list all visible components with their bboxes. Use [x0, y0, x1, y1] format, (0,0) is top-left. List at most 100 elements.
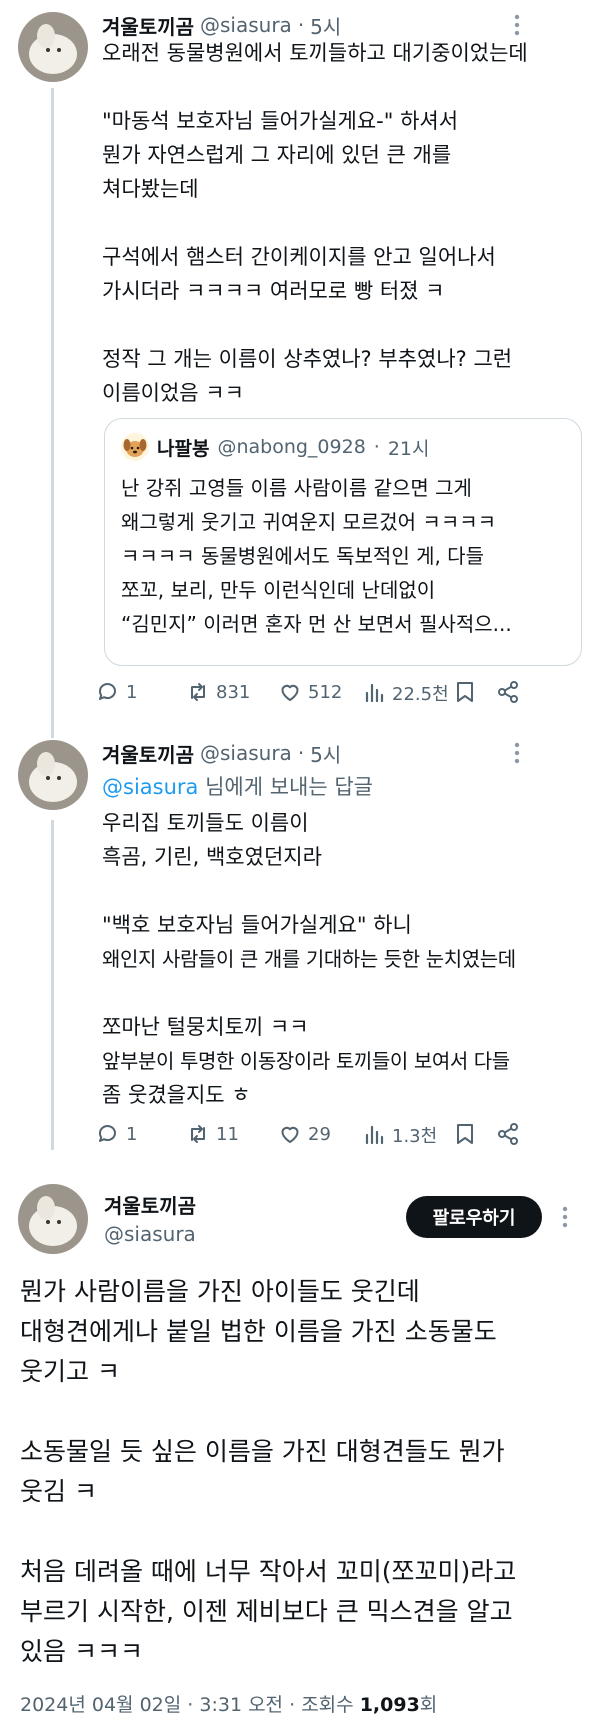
avatar-image	[18, 1184, 88, 1254]
retweet-button[interactable]: 831	[186, 680, 250, 704]
bookmark-icon	[457, 1124, 473, 1144]
avatar[interactable]	[18, 740, 88, 810]
views-count: 1,093	[359, 1694, 420, 1716]
avatar-image	[18, 740, 88, 810]
tweet-text: 오래전 동물병원에서 토끼들하고 대기중이었는데 "마동석 보호자님 들어가실게…	[102, 36, 582, 410]
tweet-line: 왜인지 사람들이 큰 개를 기대하는 듯한 눈치였는데	[102, 947, 516, 971]
views-icon	[365, 683, 384, 703]
tweet-line	[102, 70, 582, 104]
tweet-actions: 1 11 29 1.3천	[96, 1122, 586, 1152]
quote-text: 난 강쥐 고영들 이름 사람이름 같으면 그게 왜그렇게 웃기고 귀여운지 모르…	[121, 471, 571, 641]
views-suffix: 회	[419, 1694, 438, 1716]
reply-count: 1	[126, 681, 138, 703]
separator-dot: ·	[187, 1694, 200, 1716]
follow-button[interactable]: 팔로우하기	[406, 1196, 542, 1238]
like-button[interactable]: 29	[278, 1122, 331, 1146]
tweet-line	[20, 1512, 590, 1552]
tweet-line: 정작 그 개는 이름이 상추였나? 부추였나? 그런	[102, 347, 513, 371]
avatar[interactable]	[18, 12, 88, 82]
tweet-line	[102, 874, 592, 908]
tweet-line: 대형견에게나 붙일 법한 이름을 가진 소동물도	[20, 1317, 497, 1346]
tweet-meta: 2024년 04월 02일 · 3:31 오전 · 조회수 1,093회	[20, 1690, 437, 1717]
author-handle[interactable]: @siasura	[200, 741, 292, 765]
separator-dot: ·	[297, 13, 305, 37]
author-name[interactable]: 겨울토끼곰	[104, 1190, 196, 1219]
avatar[interactable]	[18, 1184, 88, 1254]
reply-icon	[98, 1125, 116, 1142]
tweet-line: 처음 데려올 때에 너무 작아서 꼬미(쪼꼬미)라고	[20, 1557, 517, 1586]
post-date[interactable]: 2024년 04월 02일	[20, 1694, 181, 1716]
tweet-line: 웃김 ㅋ	[20, 1477, 97, 1506]
reply-icon	[98, 683, 116, 700]
tweet-line	[102, 206, 582, 240]
reply-button[interactable]: 1	[96, 680, 137, 704]
post-time[interactable]: 3:31 오전	[199, 1694, 283, 1716]
author-handle[interactable]: @siasura	[200, 13, 292, 37]
reply-button[interactable]: 1	[96, 1122, 137, 1146]
tweet-line: "백호 보호자님 들어가실게요" 하니	[102, 913, 412, 937]
tweet-line: 소동물일 듯 싶은 이름을 가진 대형견들도 뭔가	[20, 1437, 505, 1466]
quote-line: “김민지” 이러면 혼자 먼 산 보면서 필사적으...	[121, 612, 512, 636]
main-tweet-text: 뭔가 사람이름을 가진 아이들도 웃긴데 대형견에게나 붙일 법한 이름을 가진…	[20, 1272, 590, 1672]
more-icon[interactable]	[560, 1206, 570, 1232]
views-button[interactable]: 1.3천	[364, 1122, 437, 1148]
bookmark-button[interactable]	[454, 680, 476, 704]
tweet-line: 구석에서 햄스터 간이케이지를 안고 일어나서	[102, 245, 496, 269]
separator-dot: ·	[297, 741, 305, 765]
views-icon	[365, 1125, 384, 1145]
share-button[interactable]	[496, 1122, 520, 1146]
reply-count: 1	[126, 1123, 138, 1145]
author-name[interactable]: 겨울토끼곰	[102, 739, 194, 768]
quote-author-handle[interactable]: @nabong_0928	[217, 436, 365, 458]
tweet-line	[102, 308, 582, 342]
tweet-actions: 1 831 512 22.5천	[96, 680, 586, 710]
tweet-line: 있음 ㅋㅋㅋ	[20, 1637, 143, 1666]
tweet-line: 뭔가 자연스럽게 그 자리에 있던 큰 개를	[102, 143, 452, 167]
quote-time[interactable]: 21시	[388, 434, 430, 461]
tweet-line: 가시더라 ㅋㅋㅋㅋ 여러모로 빵 터졌 ㅋ	[102, 279, 445, 303]
quote-tweet[interactable]: 나팔봉 @nabong_0928 · 21시 난 강쥐 고영들 이름 사람이름 …	[104, 418, 582, 666]
avatar-image	[18, 12, 88, 82]
thread-line	[51, 88, 54, 738]
more-icon[interactable]	[512, 742, 522, 768]
separator-dot: ·	[289, 1694, 302, 1716]
retweet-count: 831	[216, 681, 251, 703]
tweet-line	[102, 976, 592, 1010]
tweet-line: 쪼마난 털뭉치토끼 ㅋㅋ	[102, 1015, 309, 1039]
thread-line	[51, 820, 54, 1150]
views-count: 22.5천	[392, 684, 449, 705]
tweet-line: 좀 웃겼을지도 ㅎ	[102, 1083, 251, 1107]
heart-icon	[281, 1126, 299, 1143]
reply-context: @siasura 님에게 보내는 답글	[102, 770, 373, 804]
share-icon	[498, 1123, 518, 1145]
tweet-time[interactable]: 5시	[310, 739, 341, 768]
quote-author-name[interactable]: 나팔봉	[157, 434, 209, 461]
reply-mention[interactable]: @siasura	[102, 775, 198, 799]
tweet-line: 쳐다봤는데	[102, 177, 199, 201]
like-count: 29	[308, 1123, 331, 1145]
bookmark-icon	[457, 682, 473, 702]
bookmark-button[interactable]	[454, 1122, 476, 1146]
like-button[interactable]: 512	[278, 680, 342, 704]
separator-dot: ·	[373, 436, 380, 458]
like-count: 512	[308, 681, 343, 703]
quote-line: 쪼꼬, 보리, 만두 이런식인데 난데없이	[121, 578, 436, 602]
share-button[interactable]	[496, 680, 520, 704]
tweet-line: 흑곰, 기린, 백호였던지라	[102, 845, 322, 869]
reply-to-label: 님에게 보내는 답글	[205, 775, 374, 799]
tweet-line: "마동석 보호자님 들어가실게요-" 하셔서	[102, 109, 459, 133]
tweet-line: 앞부분이 투명한 이동장이라 토끼들이 보여서 다들	[102, 1049, 510, 1073]
quote-line: ㅋㅋㅋㅋ 동물병원에서도 독보적인 게, 다들	[121, 544, 484, 568]
retweet-button[interactable]: 11	[186, 1122, 239, 1146]
tweet-line: 우리집 토끼들도 이름이	[102, 811, 309, 835]
retweet-icon	[191, 1125, 205, 1143]
retweet-icon	[191, 683, 205, 701]
tweet-line	[20, 1392, 590, 1432]
author-handle[interactable]: @siasura	[104, 1222, 196, 1246]
tweet-line: 이름이었음 ㅋㅋ	[102, 381, 244, 405]
views-count: 1.3천	[392, 1126, 438, 1147]
quote-line: 왜그렇게 웃기고 귀여운지 모르겄어 ㅋㅋㅋㅋ	[121, 510, 497, 534]
tweet-text: 우리집 토끼들도 이름이 흑곰, 기린, 백호였던지라 "백호 보호자님 들어가…	[102, 806, 592, 1112]
views-button[interactable]: 22.5천	[364, 680, 449, 706]
tweet-line: 웃기고 ㅋ	[20, 1357, 120, 1386]
